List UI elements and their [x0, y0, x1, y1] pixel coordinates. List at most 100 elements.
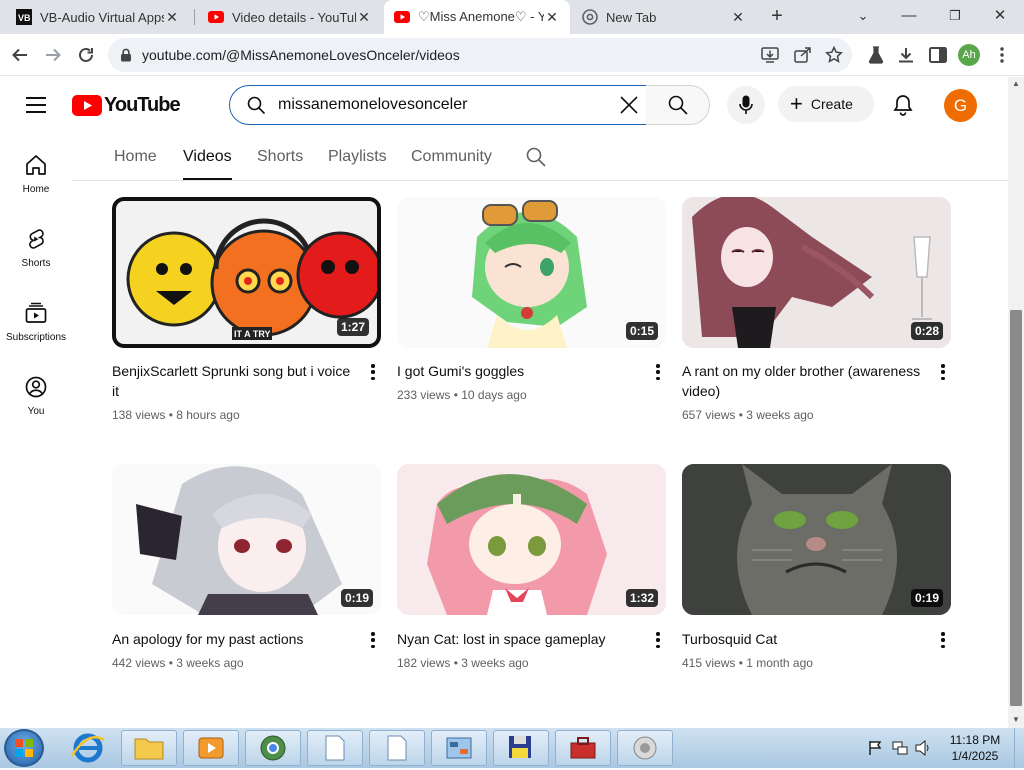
chrome-menu-icon[interactable]	[990, 43, 1014, 67]
channel-search-icon[interactable]	[526, 147, 546, 167]
tab-close-icon[interactable]: ✕	[164, 9, 180, 26]
side-panel-icon[interactable]	[926, 43, 950, 67]
plus-icon: +	[790, 91, 803, 116]
tab-close-icon[interactable]: ✕	[544, 9, 560, 26]
video-duration: 0:19	[910, 589, 943, 607]
address-bar[interactable]: youtube.com/@MissAnemoneLovesOnceler/vid…	[108, 38, 852, 72]
bookmark-star-icon[interactable]	[825, 46, 843, 64]
search-button[interactable]	[646, 85, 710, 125]
tab-title: Video details - YouTube	[232, 9, 356, 25]
video-menu-icon[interactable]	[939, 362, 947, 382]
tab-close-icon[interactable]: ✕	[356, 9, 372, 26]
profile-initials: Ah	[958, 44, 980, 66]
video-title[interactable]: BenjixScarlett Sprunki song but i voice …	[112, 361, 357, 401]
chrome-taskbar-icon[interactable]	[245, 730, 301, 766]
reload-icon[interactable]	[74, 43, 98, 67]
sidebar-item-home[interactable]: Home	[0, 148, 72, 218]
video-thumbnail[interactable]: 0:19	[112, 464, 381, 615]
youtube-logo[interactable]: YouTube	[72, 94, 181, 117]
video-title[interactable]: Nyan Cat: lost in space gameplay	[397, 629, 642, 649]
scroll-down-arrow-icon[interactable]: ▼	[1012, 715, 1020, 724]
volume-icon[interactable]	[914, 739, 932, 761]
video-thumbnail[interactable]: 0:19	[682, 464, 951, 615]
downloads-icon[interactable]	[894, 43, 918, 67]
clear-search-icon[interactable]	[620, 96, 638, 114]
video-thumbnail[interactable]: 1:32	[397, 464, 666, 615]
video-thumbnail[interactable]: 0:28	[682, 197, 951, 348]
search-input[interactable]: missanemonelovesonceler	[278, 96, 467, 114]
svg-text:VB: VB	[18, 13, 31, 23]
document-icon[interactable]	[307, 730, 363, 766]
video-title[interactable]: A rant on my older brother (awareness vi…	[682, 361, 927, 401]
video-menu-icon[interactable]	[654, 630, 662, 650]
sidebar-item-you[interactable]: You	[0, 370, 72, 440]
floppy-save-icon[interactable]	[493, 730, 549, 766]
tab-vb-audio[interactable]: VB VB-Audio Virtual Apps ✕	[6, 0, 190, 34]
video-menu-icon[interactable]	[369, 630, 377, 650]
system-clock[interactable]: 11:18 PM 1/4/2025	[940, 732, 1010, 764]
page-scrollbar[interactable]: ▲ ▼	[1008, 77, 1024, 728]
profile-avatar[interactable]: Ah	[957, 43, 981, 67]
tab-playlists[interactable]: Playlists	[328, 148, 387, 180]
search-icon	[247, 96, 266, 115]
document-icon[interactable]	[369, 730, 425, 766]
voice-search-button[interactable]	[727, 86, 765, 124]
video-menu-icon[interactable]	[369, 362, 377, 382]
url-text[interactable]: youtube.com/@MissAnemoneLovesOnceler/vid…	[142, 47, 460, 63]
hamburger-menu-icon[interactable]	[26, 97, 46, 113]
tab-close-icon[interactable]: ✕	[730, 9, 746, 26]
channel-tabs-divider	[72, 180, 1008, 181]
speaker-app-icon[interactable]	[617, 730, 673, 766]
video-title[interactable]: I got Gumi's goggles	[397, 361, 642, 381]
close-window-icon[interactable]: ✕	[985, 4, 1015, 28]
video-duration: 1:32	[625, 589, 658, 607]
network-icon[interactable]	[892, 740, 908, 761]
sidebar-item-subscriptions[interactable]: Subscriptions	[0, 296, 72, 366]
file-explorer-icon[interactable]	[121, 730, 177, 766]
account-avatar[interactable]: G	[944, 89, 977, 122]
video-menu-icon[interactable]	[939, 630, 947, 650]
video-title[interactable]: Turbosquid Cat	[682, 629, 927, 649]
media-player-icon[interactable]	[183, 730, 239, 766]
youtube-logo-text: YouTube	[104, 94, 181, 116]
scroll-up-arrow-icon[interactable]: ▲	[1012, 79, 1020, 88]
tab-video-details[interactable]: Video details - YouTube ✕	[198, 0, 382, 34]
tab-home[interactable]: Home	[114, 148, 157, 180]
video-menu-icon[interactable]	[654, 362, 662, 382]
notifications-bell-icon[interactable]	[893, 94, 913, 116]
show-desktop-button[interactable]	[1014, 728, 1024, 768]
control-panel-icon[interactable]	[431, 730, 487, 766]
internet-explorer-icon[interactable]	[70, 732, 106, 769]
tab-title: New Tab	[606, 9, 657, 25]
video-title[interactable]: An apology for my past actions	[112, 629, 357, 649]
scrollbar-thumb[interactable]	[1010, 310, 1022, 706]
start-button[interactable]	[4, 729, 44, 767]
video-thumbnail[interactable]: IT A TRY 1:27	[112, 197, 381, 348]
action-center-flag-icon[interactable]	[868, 740, 882, 761]
restore-icon[interactable]: ❐	[940, 4, 970, 28]
video-duration: 0:15	[625, 322, 658, 340]
lock-icon[interactable]	[120, 48, 132, 62]
create-button[interactable]: + Create	[778, 86, 874, 122]
tab-new-tab[interactable]: New Tab ✕	[572, 0, 756, 34]
minimize-icon[interactable]: —	[894, 4, 924, 28]
tab-search-chevron-icon[interactable]: ⌄	[848, 4, 878, 28]
video-thumbnail[interactable]: 0:15	[397, 197, 666, 348]
toolbox-icon[interactable]	[555, 730, 611, 766]
tab-miss-anemone[interactable]: ♡Miss Anemone♡ - YouTube ✕	[384, 0, 570, 34]
youtube-icon	[208, 11, 224, 23]
search-box[interactable]: missanemonelovesonceler	[229, 85, 647, 125]
video-meta: 182 views • 3 weeks ago	[397, 656, 529, 670]
youtube-logo-icon	[72, 95, 102, 116]
tab-community[interactable]: Community	[411, 148, 492, 180]
sidebar-item-shorts[interactable]: Shorts	[0, 222, 72, 292]
new-tab-plus-icon[interactable]: +	[766, 5, 788, 27]
back-arrow-icon[interactable]	[8, 43, 32, 67]
share-icon[interactable]	[794, 47, 812, 63]
tab-shorts[interactable]: Shorts	[257, 148, 303, 180]
tab-videos[interactable]: Videos	[183, 148, 232, 180]
forward-arrow-icon[interactable]	[41, 43, 65, 67]
extensions-flask-icon[interactable]	[864, 43, 888, 67]
youtube-icon	[394, 11, 410, 23]
install-app-icon[interactable]	[761, 47, 779, 63]
